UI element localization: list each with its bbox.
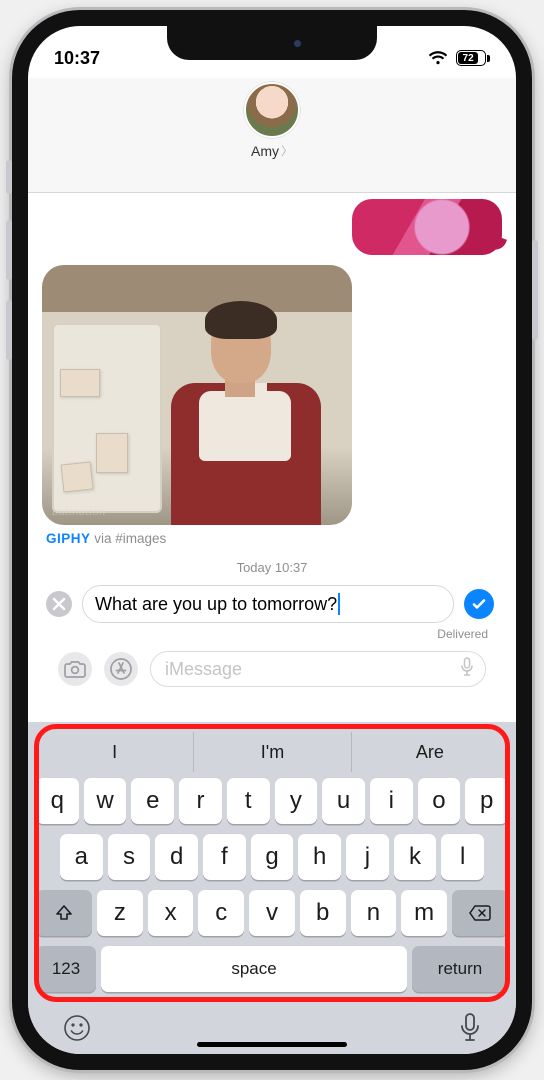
- status-time: 10:37: [54, 48, 100, 69]
- key-m[interactable]: m: [401, 890, 447, 936]
- key-f[interactable]: f: [203, 834, 246, 880]
- confirm-edit-button[interactable]: [464, 589, 494, 619]
- key-j[interactable]: j: [346, 834, 389, 880]
- delivered-label: Delivered: [42, 623, 502, 647]
- keyboard: I I'm Are q w e r t y u i o p a s d f: [28, 722, 516, 1054]
- shift-key[interactable]: [36, 890, 92, 936]
- key-y[interactable]: y: [275, 778, 318, 824]
- dictation-button[interactable]: [458, 1012, 482, 1044]
- dictation-small-icon[interactable]: [459, 657, 475, 682]
- volume-up-button: [6, 220, 12, 280]
- conversation-scroll[interactable]: butination GIPHY via #images Today 10:37…: [28, 193, 516, 722]
- home-indicator[interactable]: [197, 1042, 347, 1047]
- chat-header[interactable]: Amy 〉: [28, 78, 516, 193]
- battery-text: 72: [458, 52, 478, 64]
- camera-button[interactable]: [58, 652, 92, 686]
- key-p[interactable]: p: [465, 778, 508, 824]
- key-s[interactable]: s: [108, 834, 151, 880]
- key-t[interactable]: t: [227, 778, 270, 824]
- key-l[interactable]: l: [441, 834, 484, 880]
- key-k[interactable]: k: [394, 834, 437, 880]
- timestamp-label: Today 10:37: [42, 560, 502, 575]
- phone-frame: 10:37 72 Amy 〉: [12, 10, 532, 1070]
- text-caret: [338, 593, 340, 615]
- key-c[interactable]: c: [198, 890, 244, 936]
- numeric-key[interactable]: 123: [36, 946, 96, 992]
- key-row-4: 123 space return: [34, 946, 510, 992]
- gif-watermark: butination: [52, 503, 105, 519]
- battery-icon: 72: [454, 50, 490, 66]
- sent-image-bubble[interactable]: [352, 199, 502, 255]
- key-x[interactable]: x: [148, 890, 194, 936]
- key-a[interactable]: a: [60, 834, 103, 880]
- contact-avatar[interactable]: [244, 82, 300, 138]
- emoji-button[interactable]: [62, 1013, 92, 1043]
- message-edit-text: What are you up to tomorrow?: [95, 594, 337, 615]
- key-g[interactable]: g: [251, 834, 294, 880]
- key-z[interactable]: z: [97, 890, 143, 936]
- suggestion-2[interactable]: I'm: [193, 732, 350, 772]
- key-row-3: z x c v b n m: [34, 890, 510, 936]
- key-n[interactable]: n: [351, 890, 397, 936]
- key-d[interactable]: d: [155, 834, 198, 880]
- contact-name: Amy: [251, 143, 279, 159]
- key-e[interactable]: e: [131, 778, 174, 824]
- suggestion-1[interactable]: I: [36, 732, 193, 772]
- key-row-2: a s d f g h j k l: [34, 834, 510, 880]
- message-edit-field[interactable]: What are you up to tomorrow?: [82, 585, 454, 623]
- return-key[interactable]: return: [412, 946, 508, 992]
- app-store-button[interactable]: [104, 652, 138, 686]
- suggestion-3[interactable]: Are: [351, 732, 508, 772]
- key-i[interactable]: i: [370, 778, 413, 824]
- key-row-1: q w e r t y u i o p: [34, 778, 510, 824]
- key-w[interactable]: w: [84, 778, 127, 824]
- key-h[interactable]: h: [298, 834, 341, 880]
- cancel-edit-button[interactable]: [46, 591, 72, 617]
- gif-attribution: GIPHY via #images: [46, 531, 498, 546]
- power-button: [532, 240, 538, 340]
- key-b[interactable]: b: [300, 890, 346, 936]
- received-gif[interactable]: butination: [42, 265, 352, 525]
- screen: 10:37 72 Amy 〉: [28, 26, 516, 1054]
- compose-row: iMessage: [42, 647, 502, 695]
- suggestion-bar: I I'm Are: [36, 732, 508, 772]
- key-r[interactable]: r: [179, 778, 222, 824]
- key-u[interactable]: u: [322, 778, 365, 824]
- volume-down-button: [6, 300, 12, 360]
- message-edit-row: What are you up to tomorrow?: [42, 585, 502, 623]
- silence-switch: [6, 160, 12, 194]
- backspace-key[interactable]: [452, 890, 508, 936]
- compose-input[interactable]: iMessage: [150, 651, 486, 687]
- notch: [167, 26, 377, 60]
- compose-placeholder: iMessage: [165, 659, 242, 680]
- key-v[interactable]: v: [249, 890, 295, 936]
- key-o[interactable]: o: [418, 778, 461, 824]
- chevron-right-icon: 〉: [281, 142, 293, 159]
- key-q[interactable]: q: [36, 778, 79, 824]
- space-key[interactable]: space: [101, 946, 407, 992]
- wifi-icon: [428, 51, 448, 65]
